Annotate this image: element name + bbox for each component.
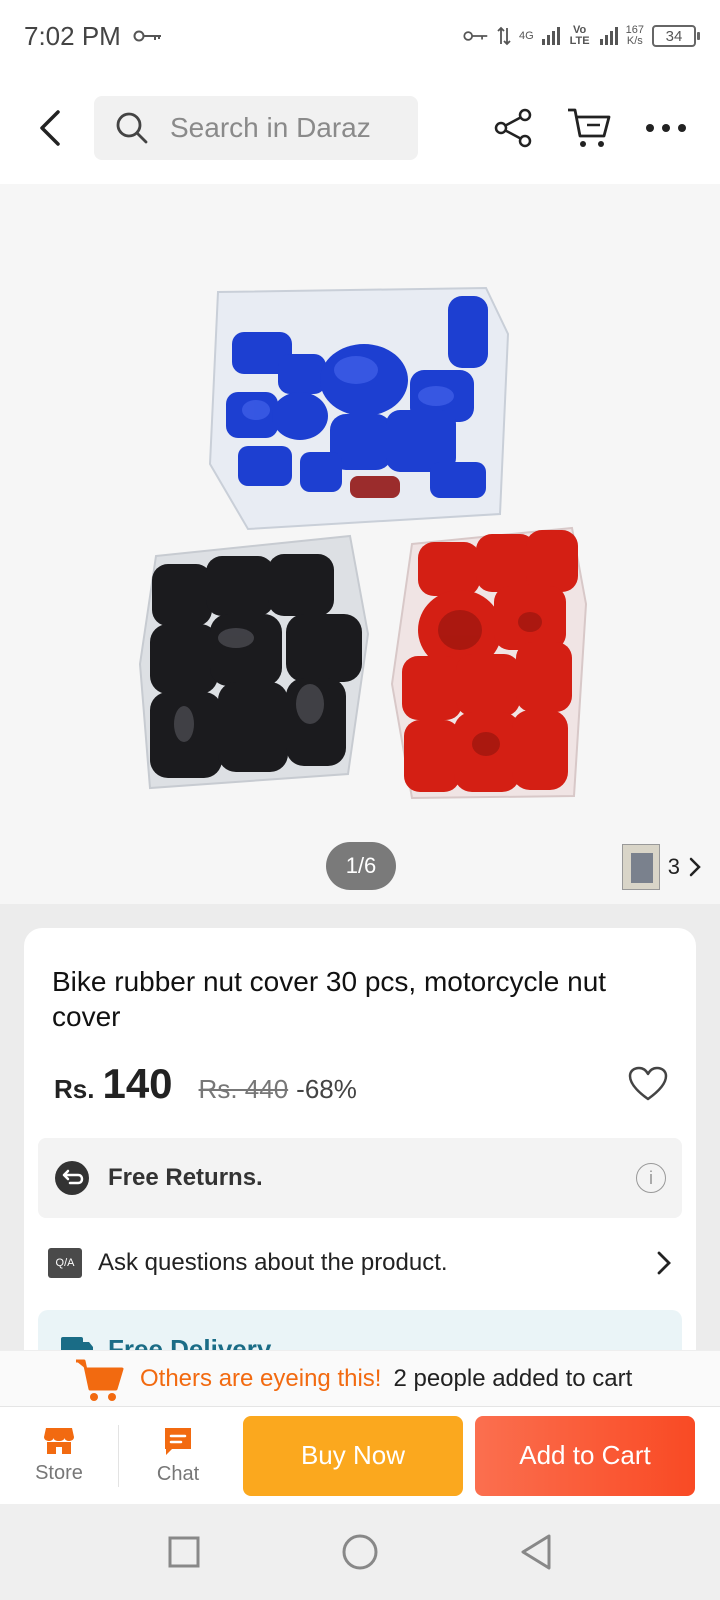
- status-indicators: 4G Vo LTE 167 K/s 34: [463, 24, 700, 47]
- chevron-right-icon: [689, 857, 701, 877]
- price-value: 140: [102, 1060, 173, 1107]
- product-image: [138, 286, 588, 800]
- signal-icon: [599, 27, 618, 45]
- battery-icon: 34: [652, 25, 700, 47]
- back-triangle-icon[interactable]: [519, 1533, 553, 1571]
- back-button[interactable]: [24, 102, 76, 154]
- qa-icon: Q/A: [48, 1248, 82, 1278]
- buy-now-button[interactable]: Buy Now: [243, 1415, 463, 1496]
- volte-label: Vo LTE: [569, 24, 590, 47]
- net-speed: 167 K/s: [626, 25, 644, 47]
- shopping-cart-icon: [76, 1359, 124, 1401]
- vpn-key-icon: [133, 30, 161, 42]
- network-type: 4G: [518, 29, 534, 42]
- product-image-gallery[interactable]: 1/6 3: [0, 184, 720, 904]
- recent-apps-icon[interactable]: [167, 1535, 201, 1569]
- data-transfer-icon: [497, 26, 511, 46]
- price-currency: Rs.: [54, 1074, 95, 1104]
- discount-badge: -68%: [296, 1074, 357, 1104]
- image-page-indicator: 1/6: [326, 842, 396, 890]
- battery-level: 34: [665, 27, 683, 45]
- top-nav: Search in Daraz: [0, 72, 720, 184]
- home-icon[interactable]: [341, 1533, 379, 1571]
- chat-label: Chat: [156, 1463, 200, 1485]
- store-label: Store: [35, 1462, 83, 1484]
- more-images-link[interactable]: 3: [621, 844, 702, 890]
- qa-label: Ask questions about the product.: [98, 1249, 448, 1276]
- product-title: Bike rubber nut cover 30 pcs, motorcycle…: [52, 966, 607, 1032]
- status-bar: 7:02 PM 4G Vo LTE 167 K/s 34: [0, 0, 720, 72]
- info-icon[interactable]: i: [636, 1163, 666, 1193]
- search-input[interactable]: Search in Daraz: [94, 96, 418, 160]
- eyeing-count: 2 people added to cart: [393, 1364, 633, 1392]
- status-time: 7:02 PM: [24, 20, 121, 51]
- store-icon: [44, 1428, 74, 1454]
- search-icon: [116, 112, 148, 144]
- add-to-cart-button[interactable]: Add to Cart: [475, 1415, 695, 1496]
- cart-icon[interactable]: [566, 106, 612, 150]
- signal-icon: [541, 27, 560, 45]
- nav-actions: [492, 106, 696, 150]
- price-row: Rs. 140 Rs. 440 -68%: [54, 1060, 357, 1108]
- system-nav-bar: [0, 1504, 720, 1600]
- chat-button[interactable]: Chat: [119, 1407, 237, 1505]
- chat-icon: [165, 1428, 191, 1455]
- store-button[interactable]: Store: [0, 1407, 118, 1505]
- eyeing-highlight: Others are eyeing this!: [140, 1364, 382, 1392]
- return-icon: [55, 1161, 89, 1195]
- free-returns-row[interactable]: Free Returns. i: [38, 1138, 682, 1218]
- wishlist-heart-icon[interactable]: [628, 1066, 668, 1102]
- share-icon[interactable]: [492, 107, 534, 149]
- chevron-right-icon: [657, 1251, 671, 1275]
- search-placeholder: Search in Daraz: [170, 112, 371, 143]
- more-images-count: 3: [667, 854, 680, 879]
- free-returns-label: Free Returns.: [108, 1164, 263, 1191]
- back-arrow-icon: [40, 110, 60, 146]
- social-proof-banner: Others are eyeing this! 2 people added t…: [0, 1350, 720, 1406]
- original-price: Rs. 440: [198, 1074, 289, 1104]
- vpn-key-icon: [463, 31, 488, 41]
- product-info-card: Bike rubber nut cover 30 pcs, motorcycle…: [24, 928, 696, 1368]
- more-options-icon[interactable]: [644, 122, 688, 134]
- bottom-action-bar: Store Chat Buy Now Add to Cart: [0, 1406, 720, 1504]
- thumbnail-image: [621, 844, 660, 890]
- net-speed-unit: K/s: [626, 35, 643, 47]
- qa-row[interactable]: Q/A Ask questions about the product.: [48, 1224, 672, 1302]
